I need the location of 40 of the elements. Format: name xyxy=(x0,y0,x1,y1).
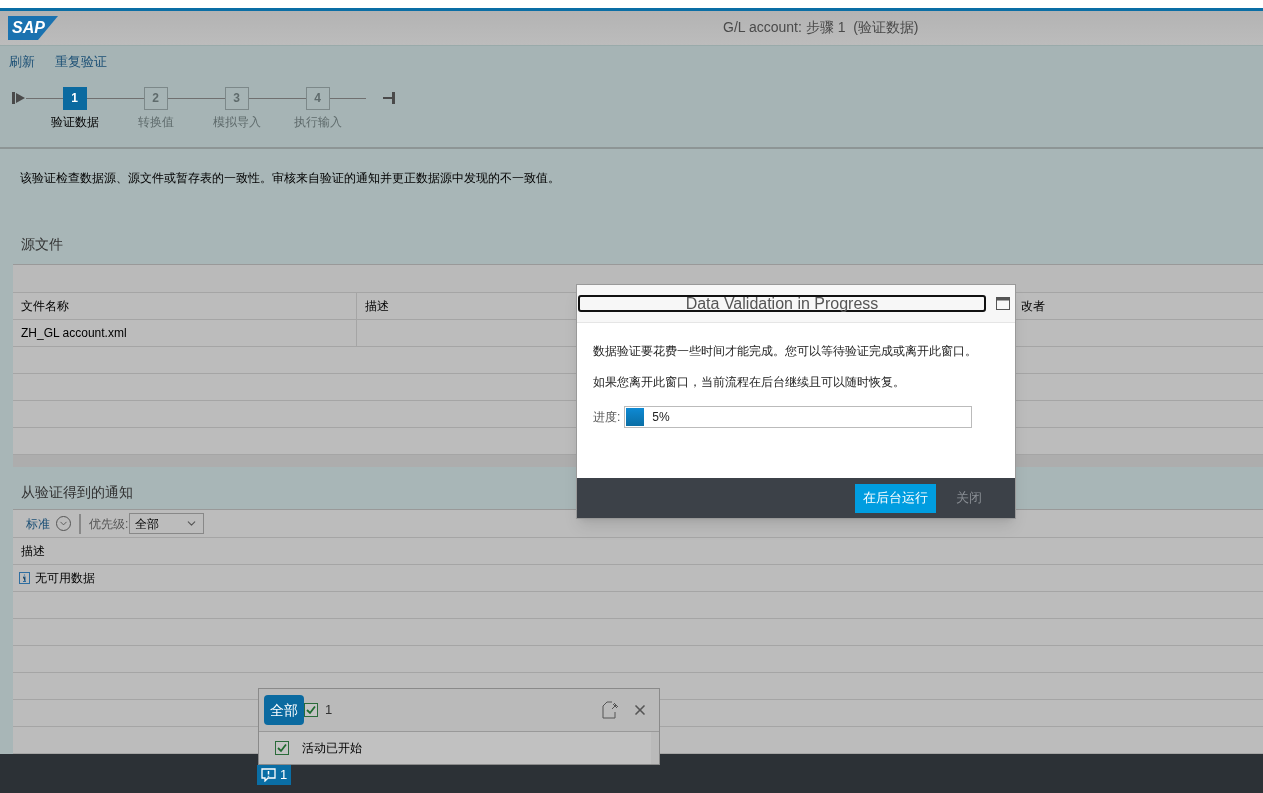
success-check-icon xyxy=(275,741,289,755)
close-button[interactable]: 关闭 xyxy=(948,483,990,513)
priority-label: 优先级: xyxy=(89,515,129,533)
message-icon xyxy=(261,768,276,782)
run-in-background-button[interactable]: 在后台运行 xyxy=(855,483,936,513)
info-icon xyxy=(19,572,30,585)
column-header: 描述 xyxy=(20,543,46,561)
column-header: 文件名称 xyxy=(13,293,357,320)
success-count: 1 xyxy=(325,701,333,720)
dialog-title: Data Validation in Progress xyxy=(578,295,986,312)
section-title: 源文件 xyxy=(21,235,63,255)
success-filter-icon xyxy=(304,703,318,717)
column-header: 改者 xyxy=(1021,298,1045,316)
progress-reading: 5% xyxy=(652,409,670,426)
end-marker-icon xyxy=(383,91,395,104)
progress-label: 进度: xyxy=(593,409,621,426)
column-header: 描述 xyxy=(365,298,389,316)
messages-button[interactable]: 1 xyxy=(257,765,292,785)
close-icon[interactable] xyxy=(632,702,648,718)
dialog-message: 数据验证要花费一些时间才能完成。您可以等待验证完成或离开此窗口。 xyxy=(593,343,978,360)
message-text: 活动已开始 xyxy=(302,740,362,757)
table-cell: ZH_GL account.xml xyxy=(13,320,357,347)
start-marker-icon xyxy=(12,91,26,104)
maximize-icon[interactable] xyxy=(996,297,1010,310)
toolbar-link[interactable]: 重复验证 xyxy=(55,52,107,72)
variant-button[interactable]: 标准 xyxy=(26,514,71,533)
wizard-step[interactable]: 1 验证数据 xyxy=(34,86,115,131)
dialog-message: 如果您离开此窗口，当前流程在后台继续且可以随时恢复。 xyxy=(593,374,906,391)
filter-all-button[interactable]: 全部 xyxy=(264,695,304,725)
sap-logo: SAP xyxy=(8,15,58,40)
wizard-step[interactable]: 3 模拟导入 xyxy=(196,86,277,131)
priority-dropdown[interactable]: 全部 xyxy=(129,513,205,535)
toolbar-link[interactable]: 刷新 xyxy=(9,52,35,72)
pin-icon[interactable] xyxy=(602,701,620,719)
wizard-step[interactable]: 2 转换值 xyxy=(115,86,196,131)
section-title: 从验证得到的通知 xyxy=(21,483,133,503)
table-cell-text: 无可用数据 xyxy=(35,570,95,588)
window-title: G/L account: 步骤 1 (验证数据) xyxy=(723,18,919,38)
description-text: 该验证检查数据源、源文件或暂存表的一致性。审核来自验证的通知并更正数据源中发现的不一致值。 xyxy=(20,170,560,188)
wizard-step[interactable]: 4 执行输入 xyxy=(277,86,358,131)
